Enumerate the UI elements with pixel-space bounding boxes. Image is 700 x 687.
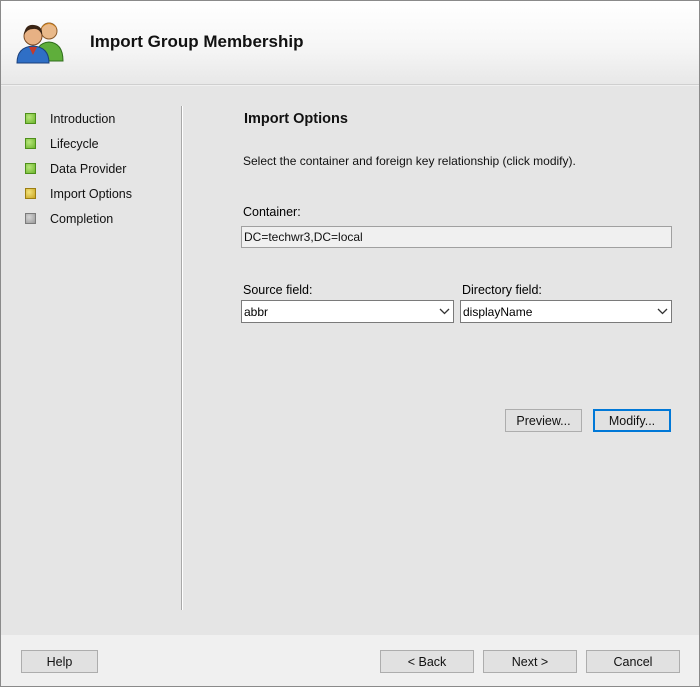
source-field-label: Source field: — [243, 283, 313, 297]
container-field[interactable]: DC=techwr3,DC=local — [241, 226, 672, 248]
source-field-value: abbr — [244, 304, 269, 319]
wizard-header: Import Group Membership — [1, 1, 699, 85]
step-complete-icon — [25, 163, 36, 174]
step-pending-icon — [25, 213, 36, 224]
modify-button[interactable]: Modify... — [593, 409, 671, 432]
next-button[interactable]: Next > — [483, 650, 577, 673]
users-group-icon — [13, 17, 69, 65]
directory-field-label: Directory field: — [462, 283, 542, 297]
step-label: Completion — [50, 211, 114, 226]
cancel-button[interactable]: Cancel — [586, 650, 680, 673]
directory-field-select[interactable]: displayName — [460, 300, 672, 323]
help-button[interactable]: Help — [21, 650, 98, 673]
step-complete-icon — [25, 113, 36, 124]
step-introduction: Introduction — [25, 106, 175, 131]
chevron-down-icon[interactable] — [653, 301, 671, 322]
source-field-select[interactable]: abbr — [241, 300, 454, 323]
step-import-options: Import Options — [25, 181, 175, 206]
wizard-title: Import Group Membership — [90, 32, 304, 51]
instructions-text: Select the container and foreign key rel… — [243, 154, 576, 168]
step-completion: Completion — [25, 206, 175, 231]
back-button[interactable]: < Back — [380, 650, 474, 673]
container-label: Container: — [243, 205, 301, 219]
step-label: Lifecycle — [50, 136, 99, 151]
wizard-window: Import Group Membership Introduction Lif… — [0, 0, 700, 687]
wizard-steps: Introduction Lifecycle Data Provider Imp… — [25, 106, 175, 231]
step-label: Import Options — [50, 186, 132, 201]
preview-button[interactable]: Preview... — [505, 409, 582, 432]
step-complete-icon — [25, 138, 36, 149]
step-current-icon — [25, 188, 36, 199]
wizard-footer: Help < Back Next > Cancel — [1, 635, 699, 686]
section-title: Import Options — [244, 111, 348, 127]
chevron-down-icon[interactable] — [435, 301, 453, 322]
wizard-body: Introduction Lifecycle Data Provider Imp… — [1, 86, 699, 635]
steps-divider — [181, 106, 183, 610]
directory-field-value: displayName — [463, 304, 533, 319]
step-lifecycle: Lifecycle — [25, 131, 175, 156]
step-data-provider: Data Provider — [25, 156, 175, 181]
step-label: Introduction — [50, 111, 116, 126]
step-label: Data Provider — [50, 161, 127, 176]
